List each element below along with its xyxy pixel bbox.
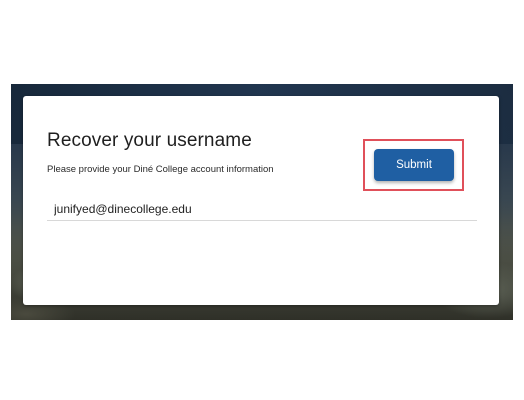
page-title: Recover your username xyxy=(47,130,252,151)
form-instructions: Please provide your Diné College account… xyxy=(47,164,274,175)
recover-username-card: Recover your username Please provide you… xyxy=(23,96,499,305)
submit-button[interactable]: Submit xyxy=(374,149,454,181)
email-field[interactable] xyxy=(47,197,477,221)
